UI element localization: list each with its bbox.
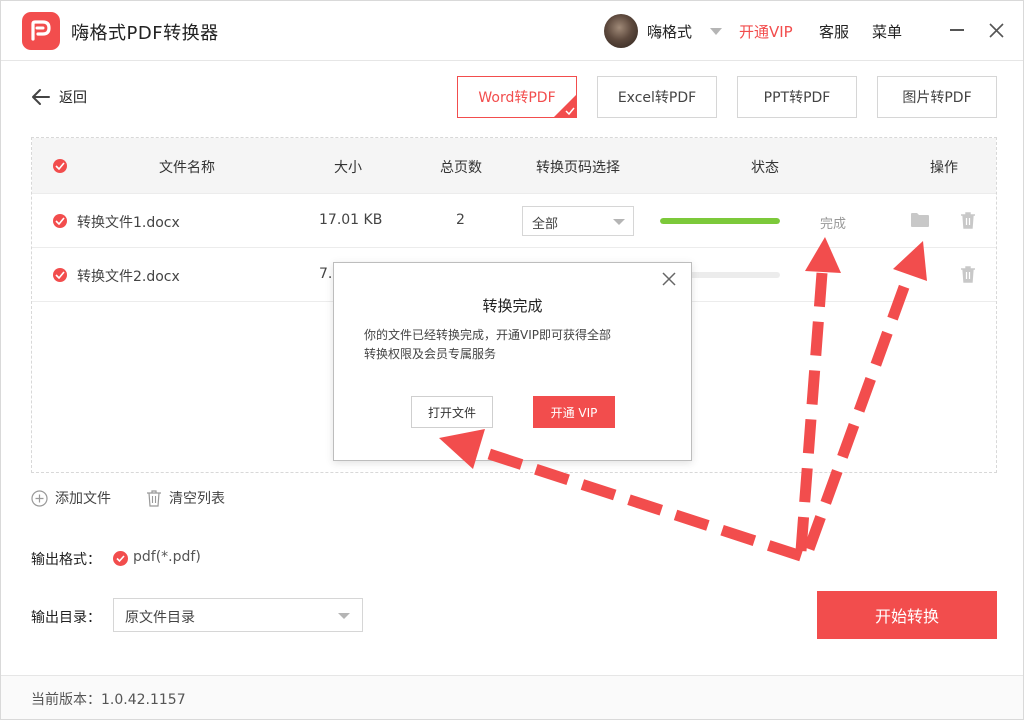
selected-check-icon [553,94,577,118]
open-vip-button[interactable]: 开通 VIP [533,396,615,428]
dialog-message-line: 你的文件已经转换完成，开通VIP即可获得全部 [364,328,611,342]
tab-label: Word转PDF [478,90,556,106]
progress-fill [660,218,780,224]
tab-image-to-pdf[interactable]: 图片转PDF [877,76,997,118]
app-logo-icon [22,12,60,50]
file-size: 17.01 KB [319,212,383,228]
trash-icon [147,490,161,507]
output-format-checkbox[interactable] [113,551,128,566]
status-text: 完成 [820,217,847,232]
chevron-down-icon[interactable] [710,28,722,35]
page-range-select[interactable]: 全部 [522,206,634,236]
add-file-label: 添加文件 [55,491,111,507]
user-avatar[interactable] [604,14,638,48]
output-dir-label: 输出目录： [31,610,101,626]
select-all-checkbox[interactable] [53,159,67,173]
back-label: 返回 [59,90,87,106]
header-size: 大小 [334,160,362,176]
tab-label: PPT转PDF [763,90,831,106]
close-icon[interactable] [986,17,1008,43]
output-format-value: pdf(*.pdf) [133,549,201,565]
table-header: 文件名称 大小 总页数 转换页码选择 状态 操作 [32,138,996,194]
header-actions: 操作 [930,160,958,176]
header-status: 状态 [751,160,779,176]
chevron-down-icon [338,613,350,619]
dialog-message-line: 转换权限及会员专属服务 [364,347,497,361]
output-dir-select[interactable]: 原文件目录 [113,598,363,632]
status-bar: 当前版本：1.0.42.1157 [1,675,1023,719]
app-window: 嗨格式PDF转换器 嗨格式 开通VIP 客服 菜单 返回 Word转PDF Ex… [0,0,1024,720]
menu-link[interactable]: 菜单 [872,21,902,42]
trash-icon[interactable] [960,265,976,287]
tab-word-to-pdf[interactable]: Word转PDF [457,76,577,118]
tab-excel-to-pdf[interactable]: Excel转PDF [597,76,717,118]
app-title: 嗨格式PDF转换器 [71,23,219,44]
conversion-complete-dialog: 转换完成 你的文件已经转换完成，开通VIP即可获得全部 转换权限及会员专属服务 … [333,262,692,461]
folder-icon[interactable] [910,212,930,232]
row-checkbox[interactable] [53,268,67,282]
trash-icon[interactable] [960,211,976,233]
customer-service-link[interactable]: 客服 [819,21,849,42]
table-row: 转换文件1.docx 17.01 KB 2 全部 完成 [32,194,996,248]
output-dir-value: 原文件目录 [125,610,195,626]
plus-circle-icon [31,489,48,507]
open-vip-link[interactable]: 开通VIP [739,21,793,42]
arrow-left-icon [32,89,50,105]
output-format-label: 输出格式： [31,552,101,568]
progress-bar [660,218,780,224]
tab-label: Excel转PDF [617,90,697,106]
row-checkbox[interactable] [53,214,67,228]
chevron-down-icon [613,219,625,225]
dialog-title: 转换完成 [482,297,543,315]
page-count: 2 [456,212,465,228]
page-range-value: 全部 [532,217,559,232]
clear-list-label: 清空列表 [169,491,225,507]
header-page-range: 转换页码选择 [536,160,620,176]
version-text: 当前版本：1.0.42.1157 [31,692,186,708]
file-name: 转换文件1.docx [77,215,180,231]
back-button[interactable]: 返回 [31,85,87,109]
open-file-button[interactable]: 打开文件 [411,396,493,428]
header-pages: 总页数 [440,160,482,176]
tab-ppt-to-pdf[interactable]: PPT转PDF [737,76,857,118]
tab-label: 图片转PDF [902,90,972,106]
clear-list-button[interactable]: 清空列表 [146,489,225,507]
dialog-message: 你的文件已经转换完成，开通VIP即可获得全部 转换权限及会员专属服务 [364,326,664,364]
start-convert-button[interactable]: 开始转换 [817,591,997,639]
dialog-close-icon[interactable] [661,271,677,287]
minimize-icon[interactable] [947,17,969,43]
header-name: 文件名称 [159,160,215,176]
add-file-button[interactable]: 添加文件 [31,489,111,507]
file-name: 转换文件2.docx [77,269,180,285]
title-bar: 嗨格式PDF转换器 嗨格式 开通VIP 客服 菜单 [1,1,1023,61]
user-name[interactable]: 嗨格式 [647,21,692,42]
